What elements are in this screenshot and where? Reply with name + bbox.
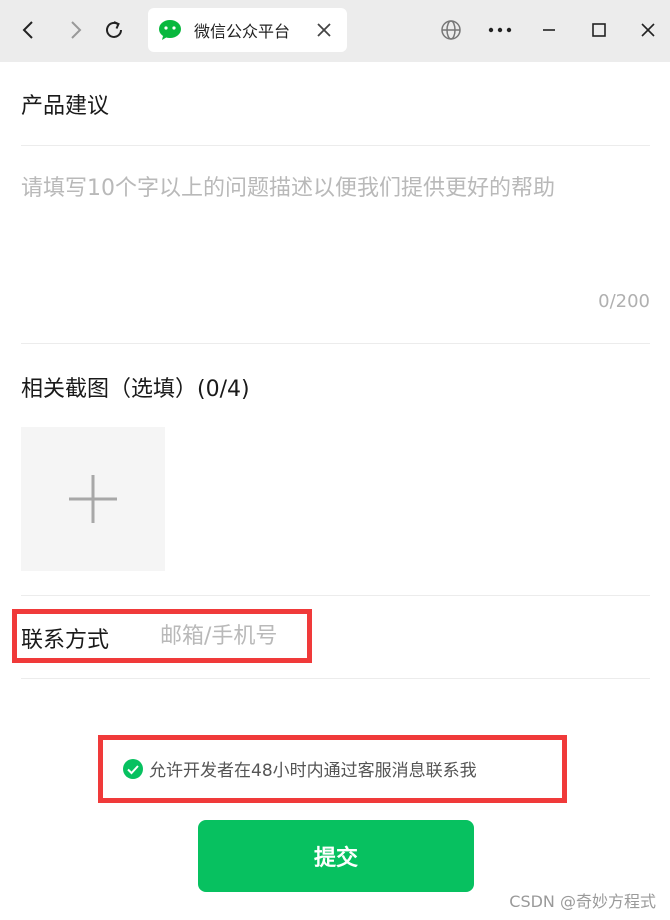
forward-icon xyxy=(71,21,82,39)
browser-toolbar: 微信公众平台 xyxy=(0,0,670,62)
refresh-button[interactable] xyxy=(98,14,130,46)
maximize-icon xyxy=(592,23,606,37)
consent-checkbox[interactable]: 允许开发者在48小时内通过客服消息联系我 xyxy=(122,756,477,781)
tab-title: 微信公众平台 xyxy=(194,22,291,41)
back-icon xyxy=(22,21,33,39)
screenshots-title: 相关截图（选填）(0/4) xyxy=(21,377,250,402)
consent-label: 允许开发者在48小时内通过客服消息联系我 xyxy=(149,761,477,781)
divider xyxy=(21,145,650,146)
feedback-form: 产品建议 请填写10个字以上的问题描述以便我们提供更好的帮助 0/200 相关截… xyxy=(0,62,670,920)
minimize-button[interactable] xyxy=(533,14,565,46)
forward-button[interactable] xyxy=(60,14,92,46)
tab-close-button[interactable] xyxy=(313,19,335,41)
more-menu-button[interactable] xyxy=(484,14,516,46)
window-close-button[interactable] xyxy=(632,14,664,46)
watermark: CSDN @奇妙方程式 xyxy=(509,892,656,911)
window-close-icon xyxy=(641,23,655,37)
browser-tab[interactable]: 微信公众平台 xyxy=(148,8,347,52)
divider xyxy=(21,595,650,596)
submit-button[interactable]: 提交 xyxy=(198,820,474,892)
close-icon xyxy=(317,23,331,37)
more-icon xyxy=(488,27,512,33)
translate-button[interactable] xyxy=(435,14,467,46)
contact-input[interactable] xyxy=(160,618,305,654)
minimize-icon xyxy=(543,29,555,31)
divider xyxy=(21,343,650,344)
char-counter: 0/200 xyxy=(598,291,650,312)
plus-icon xyxy=(69,475,117,523)
wechat-icon xyxy=(158,17,184,43)
add-screenshot-button[interactable] xyxy=(21,427,165,571)
section-title: 产品建议 xyxy=(21,94,110,119)
maximize-button[interactable] xyxy=(583,14,615,46)
contact-label: 联系方式 xyxy=(21,628,110,653)
refresh-icon xyxy=(106,21,122,38)
globe-icon xyxy=(441,20,461,40)
check-circle-icon xyxy=(122,758,144,780)
back-button[interactable] xyxy=(12,14,44,46)
divider xyxy=(21,678,650,679)
description-textarea[interactable]: 请填写10个字以上的问题描述以便我们提供更好的帮助 xyxy=(21,170,555,202)
